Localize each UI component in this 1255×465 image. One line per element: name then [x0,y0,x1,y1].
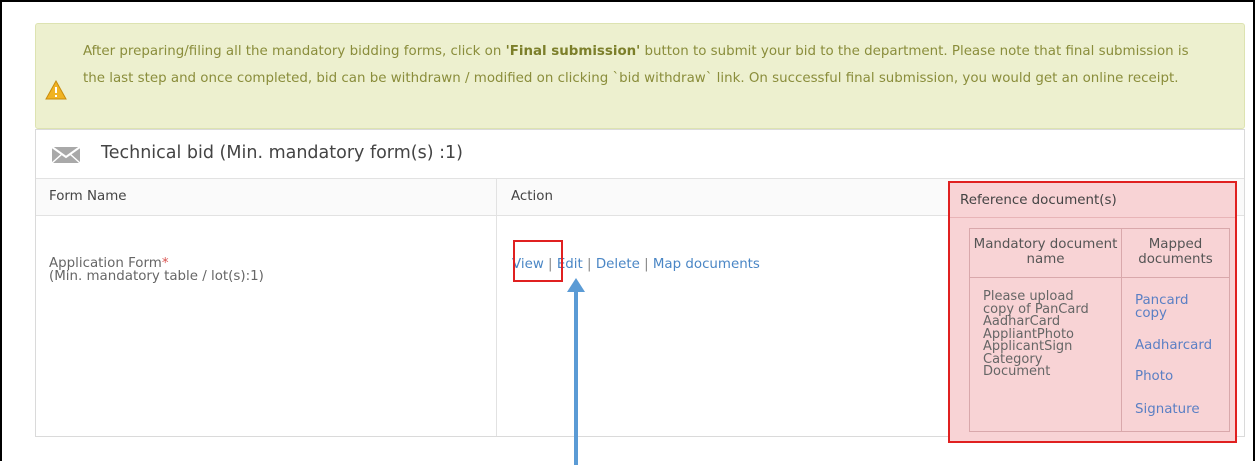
panel-header: Technical bid (Min. mandatory form(s) :1… [36,130,1244,179]
form-name-cell: Application Form* (Min. mandatory table … [49,257,264,283]
mapped-doc-aadharcard[interactable]: Aadharcard [1135,339,1212,352]
screenshot-frame: After preparing/filing all the mandatory… [0,0,1255,465]
reference-table-header-divider [970,277,1229,278]
delete-link[interactable]: Delete [596,257,640,272]
separator: | [644,257,649,272]
form-note: (Min. mandatory table / lot(s):1) [49,269,264,284]
column-header-reference: Reference document(s) [960,193,1117,208]
alert-message: After preparing/filing all the mandatory… [83,38,1213,92]
panel-title: Technical bid (Min. mandatory form(s) :1… [101,143,463,163]
mandatory-doc-line: Document [983,364,1051,379]
column-header-form-name: Form Name [36,179,508,216]
mapped-docs-header: Mapped documents [1138,237,1213,267]
mapped-doc-signature[interactable]: Signature [1135,403,1200,416]
mandatory-doc-list: Please upload copy of PanCard AadharCard… [983,290,1119,379]
reference-documents-highlight: Reference document(s) Mandatory document… [948,181,1237,443]
reference-table: Mandatory document name Mapped documents… [969,228,1230,432]
mandatory-doc-header: Mandatory document name [973,237,1118,267]
final-submission-emphasis: 'Final submission' [505,44,641,59]
column-divider [496,179,497,436]
reference-divider [950,217,1235,218]
mapped-doc-pancard[interactable]: Pancard copy [1135,294,1215,320]
envelope-icon [51,146,81,164]
warning-icon [45,80,67,100]
edit-highlight-box [513,240,563,282]
mapped-doc-photo[interactable]: Photo [1135,370,1173,383]
column-header-action: Action [496,179,961,216]
alert-text-before: After preparing/filing all the mandatory… [83,44,506,59]
map-documents-link[interactable]: Map documents [653,257,760,272]
final-submission-alert: After preparing/filing all the mandatory… [35,23,1245,129]
pointer-arrow [574,284,578,465]
separator: | [587,257,592,272]
